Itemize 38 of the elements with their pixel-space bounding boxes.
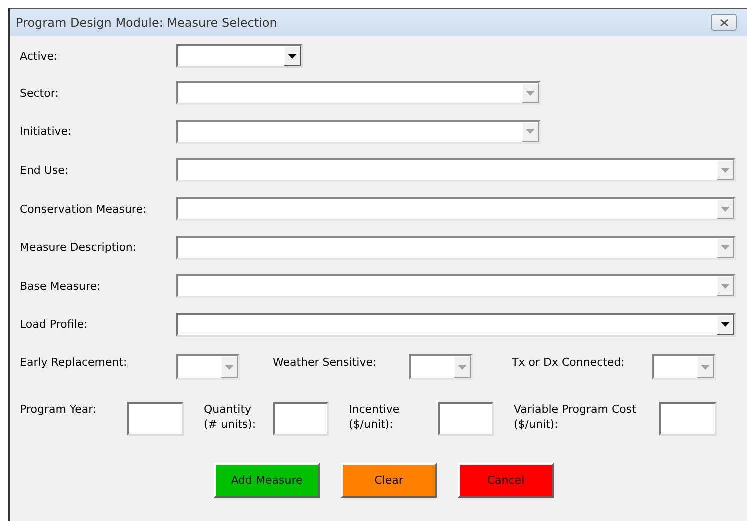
input-field[interactable] (127, 402, 184, 436)
field-label: Conservation Measure: (20, 202, 148, 216)
caret-icon (288, 54, 297, 58)
field-label: Load Profile: (20, 318, 89, 332)
field-label: Tx or Dx Connected: (512, 355, 626, 370)
dropdown-field[interactable] (176, 44, 303, 68)
caret-icon (721, 168, 730, 173)
caret-icon (721, 284, 730, 289)
field-label: Active: (20, 50, 59, 62)
input-field[interactable] (438, 402, 494, 436)
dropdown-field[interactable] (176, 312, 736, 337)
add-measure-button[interactable]: Add Measure (214, 463, 320, 498)
field-label: Variable Program Cost ($/unit): (514, 402, 638, 432)
cancel-button[interactable]: Cancel (458, 463, 554, 498)
field-label: Initiative: (20, 125, 73, 138)
close-button[interactable] (711, 14, 737, 31)
field-label: Sector: (20, 86, 60, 100)
field-label: Weather Sensitive: (273, 355, 378, 370)
caret-icon (721, 322, 730, 328)
field-label: Measure Description: (20, 241, 138, 254)
window-title: Program Design Module: Measure Selection (16, 16, 278, 30)
field-label: Quantity (# units): (204, 402, 258, 432)
input-field[interactable] (659, 402, 717, 436)
field-label: Early Replacement: (20, 355, 128, 370)
field-label: Program Year: (20, 402, 98, 418)
caret-icon (526, 90, 535, 96)
caret-icon (526, 129, 535, 134)
caret-icon (721, 206, 730, 212)
field-label: End Use: (20, 164, 70, 177)
field-label: Base Measure: (20, 280, 102, 293)
input-field[interactable] (273, 402, 329, 436)
caret-icon (701, 364, 710, 370)
caret-icon (225, 364, 234, 370)
caret-icon (458, 364, 467, 370)
close-icon (720, 18, 728, 26)
clear-button[interactable]: Clear (341, 463, 437, 498)
caret-icon (721, 245, 730, 250)
field-label: Incentive ($/unit): (349, 402, 401, 432)
